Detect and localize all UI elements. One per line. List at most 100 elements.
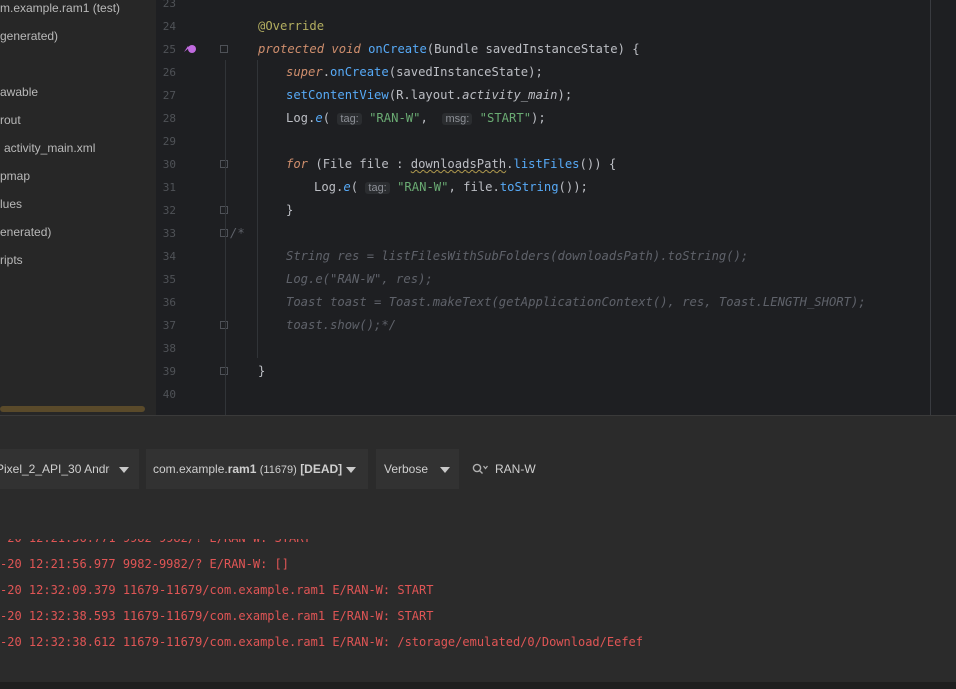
tree-item-gradle-scripts[interactable]: ripts: [0, 250, 23, 270]
code-line-33[interactable]: /*: [230, 222, 245, 245]
code-line-24[interactable]: @Override: [258, 15, 324, 38]
code-line-36[interactable]: Toast toast = Toast.makeText(getApplicat…: [286, 291, 866, 314]
device-select[interactable]: Pixel_2_API_30 Android: [0, 449, 139, 489]
device-select-value: Pixel_2_API_30 Android: [0, 462, 110, 476]
fold-marker-icon[interactable]: [220, 45, 228, 53]
code-field: activity_main: [462, 88, 558, 102]
search-icon: [472, 463, 488, 474]
code-line-30[interactable]: for (File file : downloadsPath.listFiles…: [286, 153, 616, 176]
editor-right-margin: [930, 0, 931, 415]
code-text: ,: [420, 111, 443, 125]
code-text: (savedInstanceState);: [388, 65, 543, 79]
logcat-search-input[interactable]: RAN-W: [465, 449, 956, 489]
tree-item-generated[interactable]: generated): [0, 26, 58, 46]
code-text: Log.: [286, 111, 316, 125]
line-number: 25: [162, 43, 176, 56]
code-text: , file.: [448, 180, 500, 194]
code-text: (R.layout.: [388, 88, 463, 102]
method-call: e: [343, 180, 351, 194]
code-text: Log.: [314, 180, 344, 194]
line-number: 32: [162, 204, 176, 217]
line-number: 30: [162, 158, 176, 171]
code-line-37[interactable]: toast.show();*/: [286, 314, 396, 337]
line-number: 28: [162, 112, 176, 125]
tree-item-test-package[interactable]: m.example.ram1 (test): [0, 0, 120, 18]
line-number: 38: [162, 342, 176, 355]
logcat-output[interactable]: -20 12:21:56.771 9982-9982/? E/RAN-W: ST…: [0, 539, 956, 682]
code-text: }: [286, 203, 294, 217]
line-number: 31: [162, 181, 176, 194]
parameter-hint: tag:: [337, 113, 362, 125]
string-literal: "RAN-W": [397, 180, 449, 194]
fold-marker-icon[interactable]: [220, 206, 228, 214]
comment-text: String res = listFilesWithSubFolders(dow…: [286, 249, 749, 263]
code-line-31[interactable]: Log.e( tag: "RAN-W", file.toString());: [314, 176, 588, 199]
code-text: .: [322, 65, 331, 79]
logcat-filter-bar: Pixel_2_API_30 Android com.example.ram1 …: [0, 445, 956, 493]
code-line-35[interactable]: Log.e("RAN-W", res);: [286, 268, 433, 291]
code-text: (Bundle savedInstanceState) {: [426, 42, 640, 56]
keyword: for: [286, 157, 309, 171]
string-literal: "RAN-W": [369, 111, 421, 125]
code-text: (: [322, 111, 338, 125]
tree-item-activity-main-xml[interactable]: activity_main.xml: [4, 138, 95, 158]
log-line: -20 12:32:09.379 11679-11679/com.example…: [0, 583, 434, 597]
process-name: ram1: [227, 462, 257, 476]
code-line-28[interactable]: Log.e( tag: "RAN-W", msg: "START");: [286, 107, 546, 130]
code-line-39[interactable]: }: [258, 360, 265, 383]
logcat-tool-strip: [0, 415, 956, 446]
fold-marker-icon[interactable]: [220, 229, 228, 237]
string-literal: "START": [479, 111, 532, 125]
method-call: setContentView: [286, 88, 389, 102]
process-pid: (11679): [259, 464, 297, 476]
log-line: -20 12:21:56.977 9982-9982/? E/RAN-W: []: [0, 557, 289, 571]
fold-marker-icon[interactable]: [220, 367, 228, 375]
code-line-32[interactable]: }: [286, 199, 293, 222]
code-text: ());: [558, 180, 588, 194]
code-text: ()) {: [579, 157, 617, 171]
tree-item-res-generated[interactable]: enerated): [0, 222, 51, 242]
comment-text: Log.e("RAN-W", res);: [286, 272, 433, 286]
code-line-27[interactable]: setContentView(R.layout.activity_main);: [286, 84, 572, 107]
log-level-value: Verbose: [384, 462, 429, 476]
comment-text: /*: [230, 226, 245, 240]
comment-text: toast.show();*/: [286, 318, 397, 332]
code-line-26[interactable]: super.onCreate(savedInstanceState);: [286, 61, 543, 84]
keyword: super: [286, 65, 323, 79]
line-number: 33: [162, 227, 176, 240]
code-text: }: [258, 364, 266, 378]
process-package-prefix: com.example.: [153, 462, 228, 476]
line-number: 23: [162, 0, 176, 10]
line-number: 36: [162, 296, 176, 309]
process-state: [DEAD]: [300, 462, 343, 476]
code-line-25[interactable]: protected void onCreate(Bundle savedInst…: [258, 38, 640, 61]
log-level-select[interactable]: Verbose: [376, 449, 459, 489]
log-line: -20 12:32:38.612 11679-11679/com.example…: [0, 635, 643, 649]
indent-guide: [225, 60, 226, 415]
fold-marker-icon[interactable]: [220, 160, 228, 168]
comment-text: Toast toast = Toast.makeText(getApplicat…: [286, 295, 866, 309]
editor-gutter: 23 24 25 26 27 28 29 30 31 32 33 34 35 3…: [156, 0, 228, 415]
chevron-down-icon: [346, 467, 356, 473]
code-line-34[interactable]: String res = listFilesWithSubFolders(dow…: [286, 245, 748, 268]
status-bar: [0, 682, 956, 689]
line-number: 40: [162, 388, 176, 401]
code-text: );: [557, 88, 573, 102]
process-select[interactable]: com.example.ram1 (11679) [DEAD]: [146, 449, 368, 489]
parameter-hint: msg:: [442, 113, 473, 125]
chevron-down-icon: [440, 467, 450, 473]
tree-item-values[interactable]: lues: [0, 194, 22, 214]
tree-horizontal-scrollbar[interactable]: [0, 406, 145, 412]
code-editor[interactable]: 23 24 25 26 27 28 29 30 31 32 33 34 35 3…: [156, 0, 956, 415]
project-tree-panel: m.example.ram1 (test) generated) awable …: [0, 0, 156, 415]
override-method-icon[interactable]: [183, 43, 197, 55]
tree-item-drawable[interactable]: awable: [0, 82, 38, 102]
tree-item-layout[interactable]: rout: [0, 110, 21, 130]
method-call: onCreate: [330, 65, 389, 79]
parameter-hint: tag:: [365, 182, 390, 194]
fold-marker-icon[interactable]: [220, 321, 228, 329]
line-number: 24: [162, 20, 176, 33]
method-call: listFiles: [513, 157, 580, 171]
method-call: toString: [499, 180, 559, 194]
tree-item-mipmap[interactable]: pmap: [0, 166, 30, 186]
